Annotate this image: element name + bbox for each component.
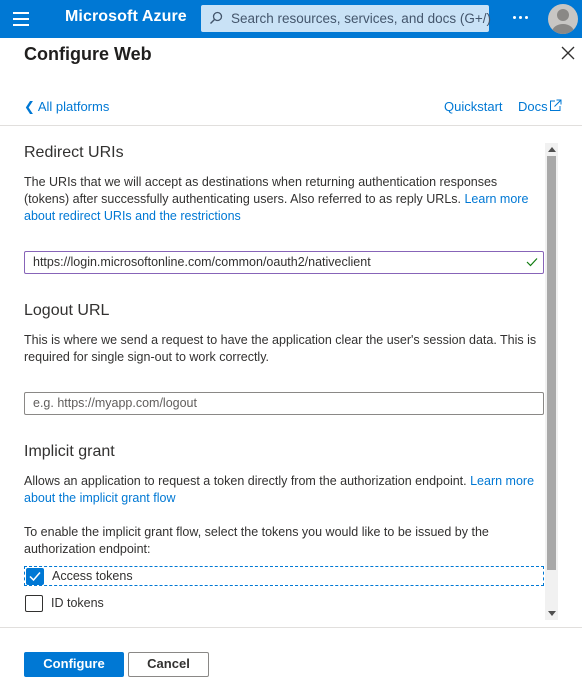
scrollbar[interactable] <box>545 143 558 620</box>
brand-title[interactable]: Microsoft Azure <box>65 8 187 26</box>
id-tokens-checkbox[interactable]: ID tokens <box>24 594 544 614</box>
access-tokens-box[interactable] <box>26 568 44 585</box>
avatar[interactable] <box>548 4 578 34</box>
chevron-left-icon: ❮ <box>24 99 35 114</box>
user-icon <box>552 9 574 34</box>
docs-link-label: Docs <box>518 99 548 114</box>
logout-url-placeholder: e.g. https://myapp.com/logout <box>33 396 197 410</box>
cancel-button[interactable]: Cancel <box>128 652 209 677</box>
back-link[interactable]: ❮ All platforms <box>24 99 109 115</box>
redirect-uri-input[interactable]: https://login.microsoftonline.com/common… <box>24 251 544 274</box>
panel-content: Redirect URIs The URIs that we will acce… <box>0 126 582 626</box>
search-box[interactable]: Search resources, services, and docs (G+… <box>201 5 491 32</box>
id-tokens-box[interactable] <box>25 595 43 612</box>
top-bar: Microsoft Azure Search resources, servic… <box>0 0 582 38</box>
checkmark-icon <box>29 572 41 582</box>
more-icon[interactable] <box>513 16 533 22</box>
checkmark-icon <box>526 258 538 267</box>
implicit-grant-prompt: To enable the implicit grant flow, selec… <box>24 525 489 556</box>
redirect-uris-title: Redirect URIs <box>24 144 124 161</box>
external-link-icon <box>549 99 562 111</box>
back-link-label: All platforms <box>37 99 110 114</box>
docs-link[interactable]: Docs <box>518 99 562 114</box>
scrollbar-thumb[interactable] <box>547 156 556 570</box>
redirect-uri-value: https://login.microsoftonline.com/common… <box>33 255 371 269</box>
redirect-uris-description: The URIs that we will accept as destinat… <box>24 174 544 225</box>
implicit-grant-description: Allows an application to request a token… <box>24 473 544 507</box>
redirect-desc-text: The URIs that we will accept as destinat… <box>24 175 498 206</box>
logout-url-input[interactable]: e.g. https://myapp.com/logout <box>24 392 544 415</box>
footer-divider <box>0 627 582 628</box>
search-icon <box>210 11 223 24</box>
hamburger-icon[interactable] <box>13 12 29 26</box>
quickstart-link[interactable]: Quickstart <box>444 99 503 114</box>
close-icon[interactable] <box>561 46 575 60</box>
logout-url-description: This is where we send a request to have … <box>24 333 537 364</box>
logout-url-title: Logout URL <box>24 302 110 319</box>
configure-button[interactable]: Configure <box>24 652 124 677</box>
implicit-desc-text: Allows an application to request a token… <box>24 474 467 488</box>
id-tokens-label: ID tokens <box>51 596 104 610</box>
search-placeholder: Search resources, services, and docs (G+… <box>231 11 491 26</box>
implicit-grant-title: Implicit grant <box>24 443 115 460</box>
panel-title: Configure Web <box>24 44 152 64</box>
scroll-up-arrow-icon[interactable] <box>548 147 556 152</box>
access-tokens-checkbox[interactable]: Access tokens <box>24 566 544 586</box>
access-tokens-label: Access tokens <box>52 569 133 583</box>
scroll-down-arrow-icon[interactable] <box>548 611 556 616</box>
